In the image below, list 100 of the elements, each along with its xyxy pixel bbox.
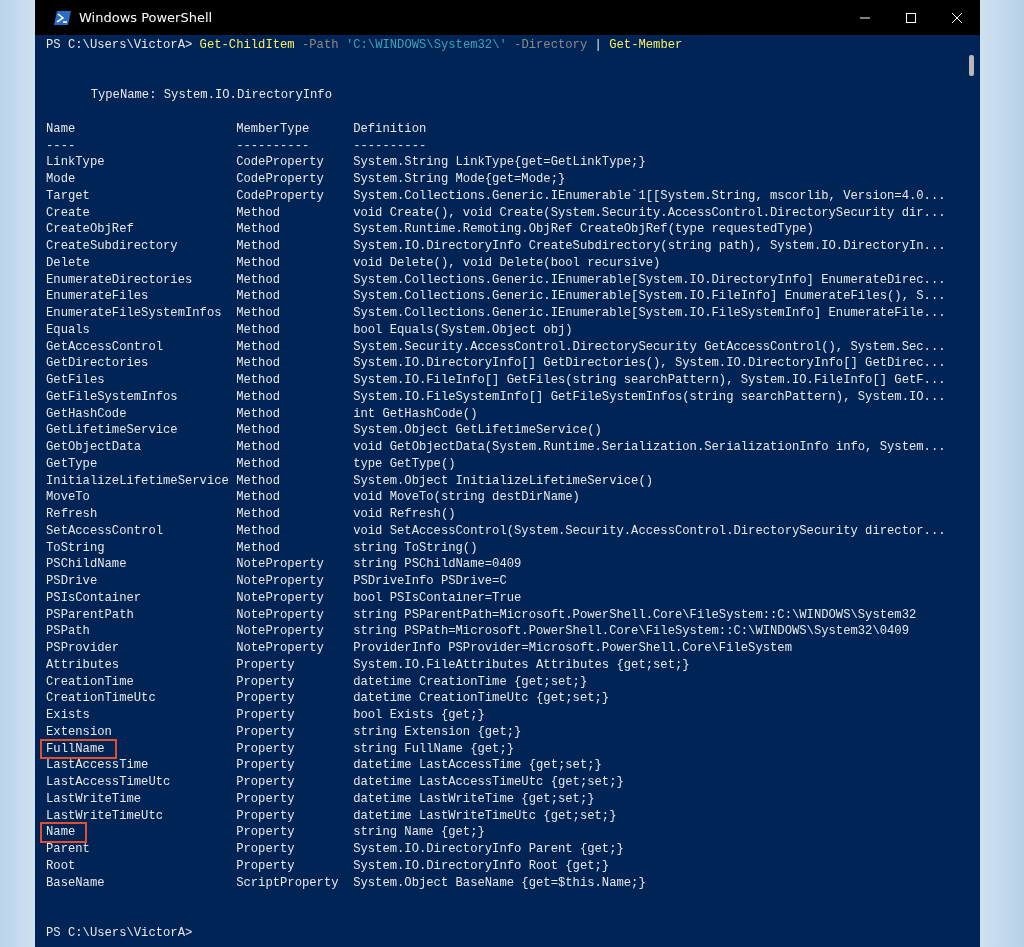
member-name: PSPath <box>46 623 90 640</box>
powershell-icon <box>54 10 71 25</box>
member-definition: bool PSIsContainer=True <box>353 589 522 607</box>
member-type: CodeProperty <box>236 187 324 205</box>
member-type: Method <box>236 204 281 222</box>
member-type: NoteProperty <box>236 640 324 657</box>
member-name: Create <box>46 204 90 222</box>
member-type: NoteProperty <box>236 589 324 607</box>
command-token: | <box>594 37 602 54</box>
member-definition: PSDriveInfo PSDrive=C <box>353 573 507 590</box>
member-definition: bool Equals(System.Object obj) <box>353 321 573 339</box>
member-name: LastWriteTimeUtc <box>46 807 164 825</box>
member-definition: System.Object GetLifetimeService() <box>353 422 602 439</box>
maximize-icon <box>905 11 917 24</box>
member-name: GetAccessControl <box>46 338 164 356</box>
member-definition: System.IO.FileInfo[] GetFiles(string searchPattern), System.IO.FileInfo[] GetF... <box>353 372 946 389</box>
member-definition: System.Security.AccessControl.DirectorySecurity GetAccessControl(), System.Sec... <box>353 338 946 356</box>
member-type: CodeProperty <box>236 154 324 171</box>
member-definition: System.IO.DirectoryInfo CreateSubdirectory(string path), System.IO.DirectoryIn... <box>353 238 946 255</box>
member-definition: System.Collections.Generic.IEnumerable[System.IO.FileSystemInfo] EnumerateFile... <box>353 305 946 322</box>
member-definition: datetime CreationTimeUtc {get;set;} <box>353 690 610 707</box>
member-type: Property <box>236 774 295 791</box>
member-definition: datetime CreationTime {get;set;} <box>353 673 588 691</box>
member-type: Property <box>236 690 295 707</box>
member-type: Method <box>236 539 281 557</box>
member-type: Method <box>236 305 281 322</box>
member-type: NoteProperty <box>236 556 324 573</box>
member-type: Property <box>236 757 295 774</box>
member-type: Method <box>236 506 281 523</box>
command-token: -Directory <box>514 37 588 54</box>
member-type: Property <box>236 656 295 674</box>
member-definition: type GetType() <box>353 455 456 473</box>
column-header: Name <box>46 120 76 138</box>
member-name: BaseName <box>46 874 105 892</box>
member-type: Method <box>236 522 281 540</box>
member-definition: string PSParentPath=Microsoft.PowerShell.Core\FileSystem::C:\WINDOWS\System32 <box>353 606 917 624</box>
member-definition: System.IO.DirectoryInfo Root {get;} <box>353 857 610 875</box>
member-definition: System.String Mode{get=Mode;} <box>353 171 566 188</box>
member-type: CodeProperty <box>236 171 324 188</box>
member-definition: string PSChildName=0409 <box>353 556 522 573</box>
member-definition: System.Object InitializeLifetimeService() <box>353 472 654 490</box>
prompt-text: PS C:\Users\VictorA> <box>46 924 193 942</box>
header-separator: ---------- <box>236 137 310 155</box>
command-token: Get-Member <box>609 37 683 54</box>
member-name: Root <box>46 857 76 875</box>
member-definition: System.Collections.Generic.IEnumerable[System.IO.DirectoryInfo] EnumerateDirec... <box>353 271 946 289</box>
member-type: Method <box>236 221 281 238</box>
member-definition: string Extension {get;} <box>353 723 522 741</box>
member-name: PSIsContainer <box>46 589 142 607</box>
member-definition: System.Collections.Generic.IEnumerable[System.IO.FileInfo] EnumerateFiles(), S... <box>353 288 946 305</box>
member-name: PSProvider <box>46 640 120 657</box>
command-token: PS C:\Users\VictorA> <box>46 37 193 54</box>
member-definition: string ToString() <box>353 539 478 557</box>
member-name: EnumerateDirectories <box>46 271 193 289</box>
member-definition: void GetObjectData(System.Runtime.Serialization.SerializationInfo info, System... <box>353 439 946 456</box>
member-name: FullName <box>42 740 115 758</box>
member-name: CreateObjRef <box>46 221 134 238</box>
member-definition: datetime LastWriteTime {get;set;} <box>353 790 595 808</box>
window-title: Windows PowerShell <box>79 10 214 25</box>
member-definition: System.String LinkType{get=GetLinkType;} <box>353 154 646 171</box>
member-type: NoteProperty <box>236 573 324 590</box>
member-definition: datetime LastWriteTimeUtc {get;set;} <box>353 807 617 825</box>
member-type: Method <box>236 439 281 456</box>
member-type: Property <box>236 807 295 825</box>
member-type: Method <box>236 338 281 356</box>
member-definition: string PSPath=Microsoft.PowerShell.Core\FileSystem::C:\WINDOWS\System32\0409 <box>353 623 909 640</box>
member-name: Name <box>42 824 86 841</box>
member-definition: ProviderInfo PSProvider=Microsoft.PowerShell.Core\FileSystem <box>353 640 792 657</box>
member-name: Exists <box>46 707 90 724</box>
member-name: GetFiles <box>46 372 105 389</box>
member-type: Property <box>236 723 295 741</box>
command-token: -Path <box>302 37 339 54</box>
member-name: EnumerateFileSystemInfos <box>46 305 222 322</box>
member-definition: string FullName {get;} <box>353 740 515 758</box>
member-definition: System.IO.DirectoryInfo Parent {get;} <box>353 841 624 858</box>
member-name: GetObjectData <box>46 439 142 456</box>
member-definition: void MoveTo(string destDirName) <box>353 489 580 506</box>
member-type: Method <box>236 254 281 272</box>
member-name: GetDirectories <box>46 355 149 372</box>
member-name: Refresh <box>46 506 98 523</box>
member-type: Method <box>236 288 281 305</box>
member-definition: datetime LastAccessTimeUtc {get;set;} <box>353 774 624 791</box>
command-token: 'C:\WINDOWS\System32\' <box>345 37 507 54</box>
header-separator: ---- <box>46 137 76 155</box>
member-name: CreationTimeUtc <box>46 690 156 707</box>
member-definition: System.Collections.Generic.IEnumerable`1[[System.String, mscorlib, Version=4.0... <box>353 187 946 205</box>
member-type: Property <box>236 673 295 691</box>
member-name: LastWriteTime <box>46 790 142 808</box>
member-name: GetFileSystemInfos <box>46 388 178 406</box>
member-type: Property <box>236 740 295 758</box>
member-name: PSChildName <box>46 556 127 573</box>
member-name: Equals <box>46 321 90 339</box>
command-token: Get-ChildItem <box>199 37 295 54</box>
member-definition: int GetHashCode() <box>353 405 478 423</box>
member-name: ToString <box>46 539 105 557</box>
member-name: Mode <box>46 171 76 188</box>
member-type: Method <box>236 455 281 473</box>
member-definition: System.Runtime.Remoting.ObjRef CreateObjRef(type requestedType) <box>353 221 814 238</box>
member-type: Method <box>236 271 281 289</box>
member-definition: System.IO.FileAttributes Attributes {get;set;} <box>353 656 690 674</box>
